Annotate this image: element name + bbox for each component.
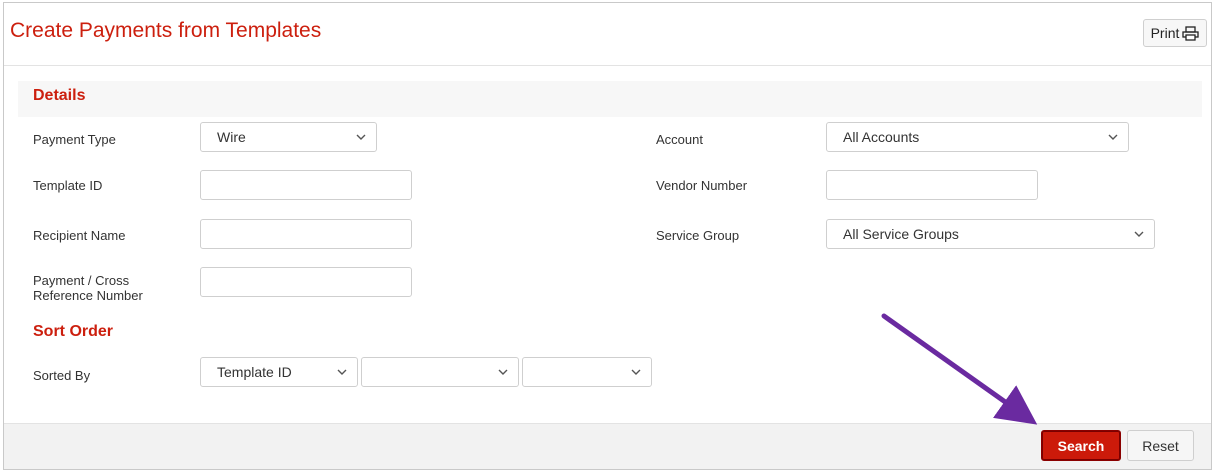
payment-reference-label-line1: Payment / Cross — [33, 273, 130, 288]
service-group-select[interactable]: All Service Groups — [826, 219, 1155, 249]
sort-field-1-value: Template ID — [217, 364, 292, 380]
template-id-input[interactable] — [200, 170, 412, 200]
vendor-number-label: Vendor Number — [656, 178, 748, 193]
recipient-name-input[interactable] — [200, 219, 412, 249]
sort-order-section-title: Sort Order — [33, 323, 114, 340]
reset-button[interactable]: Reset — [1127, 430, 1194, 461]
details-section-title: Details — [33, 87, 86, 104]
payment-type-select[interactable]: Wire — [200, 122, 377, 152]
service-group-label: Service Group — [656, 228, 740, 243]
print-button[interactable]: Print — [1143, 19, 1207, 47]
template-id-label: Template ID — [33, 178, 103, 193]
chevron-down-icon — [1134, 231, 1144, 237]
sort-field-3-select[interactable] — [522, 357, 652, 387]
form-footer — [4, 423, 1211, 469]
payment-reference-label: Payment / Cross Reference Number — [33, 273, 143, 303]
account-label: Account — [656, 132, 703, 147]
payment-reference-input[interactable] — [200, 267, 412, 297]
page-header: Create Payments from Templates Print — [4, 3, 1211, 66]
account-value: All Accounts — [843, 129, 920, 145]
page-title: Create Payments from Templates — [10, 19, 322, 42]
service-group-value: All Service Groups — [843, 226, 959, 242]
details-header-band — [18, 81, 1202, 117]
sorted-by-label: Sorted By — [33, 368, 91, 383]
vendor-number-input[interactable] — [826, 170, 1038, 200]
printer-icon — [1182, 25, 1200, 41]
recipient-name-label: Recipient Name — [33, 228, 126, 243]
print-label: Print — [1150, 25, 1180, 41]
chevron-down-icon — [1108, 134, 1118, 140]
payment-reference-label-line2: Reference Number — [33, 288, 143, 303]
sort-field-1-select[interactable]: Template ID — [200, 357, 358, 387]
search-button[interactable]: Search — [1041, 430, 1121, 461]
chevron-down-icon — [337, 369, 347, 375]
chevron-down-icon — [498, 369, 508, 375]
payment-type-label: Payment Type — [33, 132, 116, 147]
chevron-down-icon — [356, 134, 366, 140]
account-select[interactable]: All Accounts — [826, 122, 1129, 152]
payment-type-value: Wire — [217, 129, 246, 145]
sort-field-2-select[interactable] — [361, 357, 519, 387]
chevron-down-icon — [631, 369, 641, 375]
